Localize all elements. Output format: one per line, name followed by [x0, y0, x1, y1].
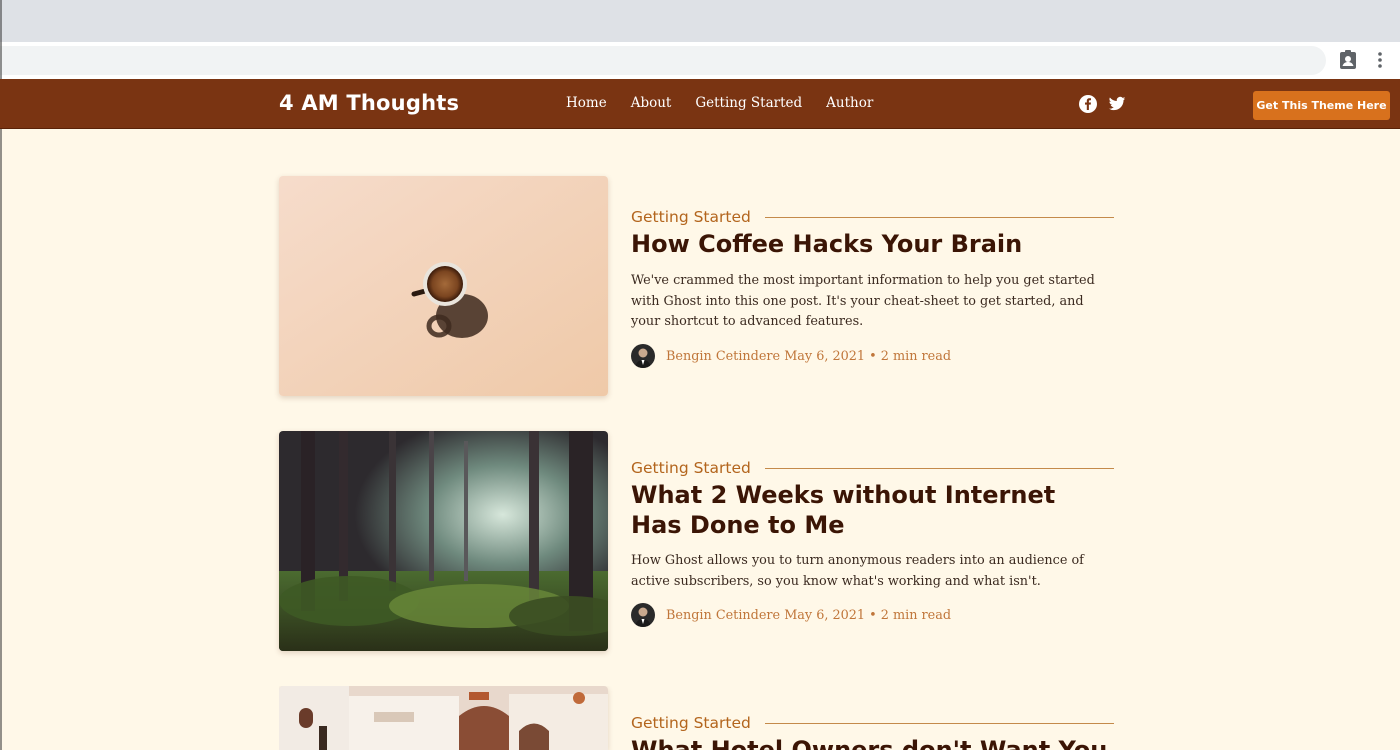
meta-separator: • [869, 348, 877, 364]
twitter-icon[interactable] [1108, 95, 1126, 113]
tag-row: Getting Started [631, 207, 1114, 227]
profile-icon[interactable] [1336, 48, 1360, 72]
post-excerpt: How Ghost allows you to turn anonymous r… [631, 553, 1084, 589]
post-date: May 6, 2021 [784, 607, 866, 623]
tag-row: Getting Started [631, 713, 1114, 733]
get-theme-button[interactable]: Get This Theme Here [1253, 91, 1390, 120]
nav-about[interactable]: About [631, 95, 672, 111]
facebook-icon[interactable] [1079, 95, 1097, 113]
nav-getting-started[interactable]: Getting Started [695, 95, 802, 111]
post-meta: Bengin Cetindere May 6, 2021 • 2 min rea… [631, 344, 951, 368]
author-name[interactable]: Bengin Cetindere [666, 349, 780, 364]
post-title[interactable]: What Hotel Owners don't Want You to [631, 735, 1114, 750]
author-avatar[interactable] [631, 603, 655, 627]
site-logo[interactable]: 4 AM Thoughts [279, 91, 459, 115]
read-time: 2 min read [880, 348, 952, 364]
author-name[interactable]: Bengin Cetindere [666, 608, 780, 623]
main-nav: Home About Getting Started Author [566, 95, 897, 111]
post-image-coffee[interactable] [279, 176, 608, 396]
post-card[interactable]: Getting Started How Coffee Hacks Your Br… [279, 176, 1114, 396]
post-tag[interactable]: Getting Started [631, 459, 751, 477]
post-meta: Bengin Cetindere May 6, 2021 • 2 min rea… [631, 603, 951, 627]
tag-divider [764, 216, 1114, 218]
post-byline: Bengin Cetindere May 6, 2021 • 2 min rea… [666, 349, 951, 364]
post-byline: Bengin Cetindere May 6, 2021 • 2 min rea… [666, 608, 951, 623]
read-time: 2 min read [880, 607, 952, 623]
author-avatar[interactable] [631, 344, 655, 368]
post-tag[interactable]: Getting Started [631, 208, 751, 226]
post-card[interactable]: Getting Started What Hotel Owners don't … [279, 686, 1114, 750]
more-vert-icon[interactable] [1368, 48, 1392, 72]
post-title[interactable]: What 2 Weeks without Internet Has Done t… [631, 480, 1114, 540]
nav-author[interactable]: Author [826, 95, 873, 111]
tag-divider [764, 722, 1114, 724]
post-image-forest[interactable] [279, 431, 608, 651]
tag-divider [764, 467, 1114, 469]
post-excerpt: We've crammed the most important informa… [631, 273, 1095, 329]
post-card[interactable]: Getting Started What 2 Weeks without Int… [279, 431, 1114, 651]
post-image-hotel[interactable] [279, 686, 608, 750]
post-tag[interactable]: Getting Started [631, 714, 751, 732]
browser-tab-strip [0, 0, 1400, 42]
nav-home[interactable]: Home [566, 95, 607, 111]
tag-row: Getting Started [631, 458, 1114, 478]
post-date: May 6, 2021 [784, 348, 866, 364]
address-bar[interactable] [0, 46, 1326, 75]
meta-separator: • [869, 607, 877, 623]
post-title[interactable]: How Coffee Hacks Your Brain [631, 229, 1114, 259]
